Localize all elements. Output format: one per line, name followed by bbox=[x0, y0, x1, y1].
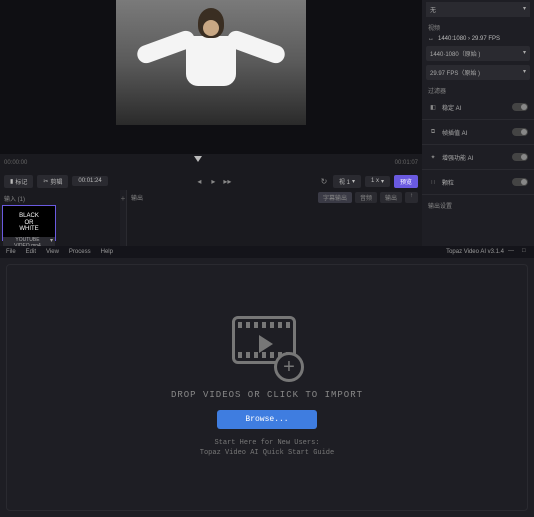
resolution-select[interactable]: 1440·1080（原始 )▾ bbox=[426, 46, 530, 61]
prev-frame-icon[interactable]: ◂ bbox=[194, 176, 204, 186]
enhance-toggle[interactable] bbox=[512, 153, 528, 161]
fps-select[interactable]: 29.97 FPS（原始 )▾ bbox=[426, 65, 530, 80]
framerate-toggle[interactable] bbox=[512, 128, 528, 136]
guide-line-1: Start Here for New Users: bbox=[200, 439, 334, 449]
output-chip-preview[interactable]: 字幕输出 bbox=[318, 192, 352, 203]
row-stabilize[interactable]: ◧ 稳定 AI bbox=[422, 97, 534, 117]
mark-button[interactable]: ▮ 标记 bbox=[4, 175, 33, 188]
browse-button[interactable]: Browse... bbox=[217, 410, 316, 429]
trim-button[interactable]: ✂ 剪辑 bbox=[37, 175, 68, 188]
timecode-end: 00:01:07 bbox=[395, 160, 418, 166]
menu-help[interactable]: Help bbox=[101, 249, 113, 255]
row-grain[interactable]: ∷ 颗粒 bbox=[422, 172, 534, 192]
inputs-header: 输入 (1) bbox=[2, 192, 118, 205]
view-select[interactable]: 视 1 ▾ bbox=[333, 175, 361, 188]
loop-icon[interactable]: ↻ bbox=[319, 176, 329, 186]
enhance-icon: ✦ bbox=[428, 152, 438, 162]
stabilize-icon: ◧ bbox=[428, 102, 438, 112]
drop-text: DROP VIDEOS OR CLICK TO IMPORT bbox=[171, 390, 363, 400]
maximize-icon[interactable]: □ bbox=[522, 248, 530, 256]
app-title: Topaz Video AI v3.1.4 bbox=[446, 249, 504, 255]
output-chip-meta[interactable]: 输出 bbox=[380, 192, 402, 203]
output-queue-empty bbox=[127, 205, 422, 243]
playhead-icon[interactable] bbox=[194, 156, 202, 162]
framerate-icon: ⧉ bbox=[428, 127, 438, 137]
output-chip-audio[interactable]: 音频 bbox=[355, 192, 377, 203]
video-preview[interactable] bbox=[0, 0, 422, 154]
timecode-start: 00:00:00 bbox=[4, 160, 27, 166]
preset-select[interactable]: 无▾ bbox=[426, 2, 530, 17]
duration-label: 00:01:24 bbox=[72, 176, 107, 186]
menu-view[interactable]: View bbox=[46, 249, 59, 255]
input-thumbnail[interactable]: BLACK OR WHITE YOUTUBE VIDEO.mp4 ▾ bbox=[2, 205, 56, 241]
grain-toggle[interactable] bbox=[512, 178, 528, 186]
plus-icon: + bbox=[274, 352, 304, 382]
row-enhance[interactable]: ✦ 增强功能 AI bbox=[422, 147, 534, 167]
menu-bar: File Edit View Process Help Topaz Video … bbox=[0, 246, 534, 258]
row-framerate[interactable]: ⧉ 帧插值 AI bbox=[422, 122, 534, 142]
guide-link[interactable]: Topaz Video AI Quick Start Guide bbox=[200, 449, 334, 459]
minimize-icon[interactable]: — bbox=[508, 248, 516, 256]
section-filters: 过滤器 bbox=[422, 82, 534, 97]
menu-file[interactable]: File bbox=[6, 249, 16, 255]
next-frame-icon[interactable]: ▸▸ bbox=[222, 176, 232, 186]
scale-select[interactable]: 1 x ▾ bbox=[365, 176, 390, 187]
stabilize-toggle[interactable] bbox=[512, 103, 528, 111]
section-video: 视频 bbox=[422, 19, 534, 34]
play-icon[interactable]: ▸ bbox=[208, 176, 218, 186]
import-icon: + bbox=[232, 316, 302, 380]
timeline[interactable]: 00:00:00 00:01:07 bbox=[0, 154, 422, 172]
preview-button[interactable]: 预览 bbox=[394, 175, 418, 188]
drop-zone[interactable]: + DROP VIDEOS OR CLICK TO IMPORT Browse.… bbox=[6, 264, 528, 511]
expand-icon[interactable]: ↑ bbox=[405, 192, 418, 203]
grain-icon: ∷ bbox=[428, 177, 438, 187]
menu-edit[interactable]: Edit bbox=[26, 249, 36, 255]
output-header: 输出 bbox=[131, 193, 143, 202]
menu-process[interactable]: Process bbox=[69, 249, 91, 255]
resolution-line: 1440:1080 › 29.97 FPS bbox=[438, 36, 500, 42]
section-output-settings: 输出设置 bbox=[422, 197, 534, 212]
link-icon: ↔ bbox=[428, 36, 434, 42]
